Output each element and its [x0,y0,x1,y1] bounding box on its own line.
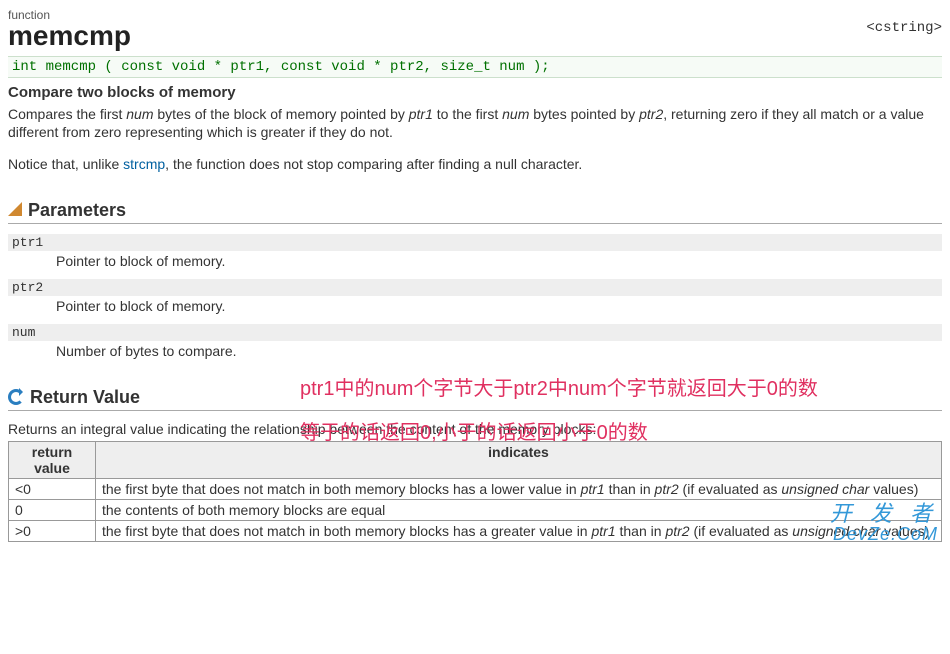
param-ref: ptr2 [665,523,689,539]
function-signature: int memcmp ( const void * ptr1, const vo… [8,56,942,78]
text: , the function does not stop comparing a… [165,156,582,172]
param-ref: ptr1 [591,523,615,539]
param-ref: num [126,106,153,122]
rv-cell: <0 [9,478,96,499]
table-row: 0 the contents of both memory blocks are… [9,499,942,520]
return-icon [8,389,24,405]
summary-heading: Compare two blocks of memory [8,84,942,101]
type-ref: unsigned char [781,481,869,497]
param-ptr1: ptr1 Pointer to block of memory. [8,234,942,271]
param-ref: ptr1 [581,481,605,497]
param-num: num Number of bytes to compare. [8,324,942,361]
text: bytes pointed by [529,106,639,122]
annotation-1: ptr1中的num个字节大于ptr2中num个字节就返回大于0的数 [300,372,818,401]
table-header-row: return value indicates [9,441,942,478]
summary-paragraph-2: Notice that, unlike strcmp, the function… [8,155,942,173]
watermark-line2: DevZe.CoM [830,525,938,544]
return-value-table: return value indicates <0 the first byte… [8,441,942,542]
param-desc: Pointer to block of memory. [8,296,942,316]
strcmp-link[interactable]: strcmp [123,156,165,172]
header-include: <cstring> [866,20,942,36]
summary-paragraph-1: Compares the first num bytes of the bloc… [8,105,942,141]
text: than in [616,523,666,539]
parameters-title: Parameters [28,200,126,221]
ind-cell: the first byte that does not match in bo… [96,478,942,499]
header-row: memcmp <cstring> [8,20,942,56]
text: (if evaluated as [679,481,782,497]
param-desc: Number of bytes to compare. [8,341,942,361]
param-name: num [8,324,942,341]
ruler-icon [8,202,22,216]
text: to the first [433,106,502,122]
table-row: <0 the first byte that does not match in… [9,478,942,499]
text: (if evaluated as [690,523,793,539]
param-name: ptr2 [8,279,942,296]
param-desc: Pointer to block of memory. [8,251,942,271]
watermark: 开 发 者 DevZe.CoM [830,502,938,544]
annotation-2: 等于的话返回0,小于的话返回小于0的数 [300,416,648,445]
parameters-heading: Parameters [8,200,942,224]
text: than in [605,481,655,497]
th-return-value: return value [9,441,96,478]
text: the first byte that does not match in bo… [102,523,591,539]
param-ref: num [502,106,529,122]
param-ref: ptr2 [655,481,679,497]
text: Notice that, unlike [8,156,123,172]
ind-cell: the contents of both memory blocks are e… [96,499,942,520]
ind-cell: the first byte that does not match in bo… [96,520,942,541]
rv-cell: >0 [9,520,96,541]
param-ptr2: ptr2 Pointer to block of memory. [8,279,942,316]
return-value-title: Return Value [30,387,140,408]
param-ref: ptr2 [639,106,663,122]
th-indicates: indicates [96,441,942,478]
page-title: memcmp [8,20,131,52]
text: bytes of the block of memory pointed by [154,106,409,122]
text: values) [869,481,918,497]
text: the first byte that does not match in bo… [102,481,581,497]
param-name: ptr1 [8,234,942,251]
table-row: >0 the first byte that does not match in… [9,520,942,541]
rv-cell: 0 [9,499,96,520]
param-ref: ptr1 [409,106,433,122]
watermark-line1: 开 发 者 [830,502,938,525]
text: Compares the first [8,106,126,122]
